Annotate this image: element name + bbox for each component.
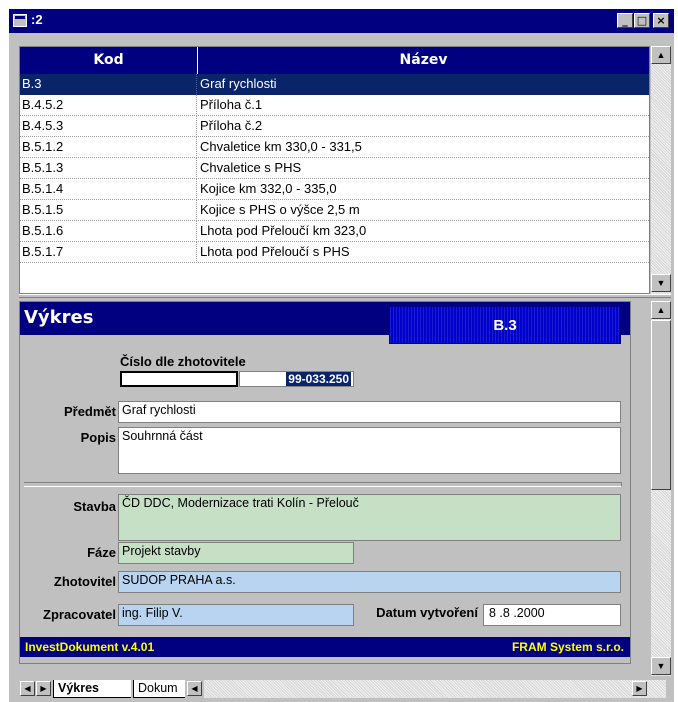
cell-kod: B.5.1.5 [22, 202, 64, 217]
popis-field[interactable]: Souhrnná část [118, 427, 621, 474]
faze-label: Fáze [87, 545, 116, 560]
pane-splitter[interactable] [19, 294, 671, 298]
drawing-list[interactable]: Kod Název B.3 Graf rychlosti B.4.5.2 Pří… [19, 46, 650, 294]
window-titlebar[interactable]: :2 _ □ × [9, 9, 674, 33]
datum-label: Datum vytvoření [376, 605, 478, 620]
popis-label: Popis [80, 430, 116, 445]
cell-separator [196, 158, 197, 179]
zpracovatel-label: Zpracovatel [43, 607, 116, 622]
cell-nazev: Kojice s PHS o výšce 2,5 m [200, 202, 360, 217]
cell-separator [196, 137, 197, 158]
cell-nazev: Příloha č.2 [200, 118, 263, 133]
hscroll-right-icon[interactable]: ▶ [632, 681, 647, 696]
cell-nazev: Lhota pod Přeloučí s PHS [200, 244, 350, 259]
cislo-prefix-field[interactable] [120, 371, 238, 387]
cell-kod: B.5.1.7 [22, 244, 64, 259]
predmet-field[interactable]: Graf rychlosti [118, 401, 621, 423]
close-button[interactable]: × [653, 13, 669, 28]
cislo-field-box[interactable]: 99-033.250 [239, 371, 354, 387]
cell-kod: B.3 [22, 76, 42, 91]
horizontal-scrollbar-track[interactable] [204, 680, 666, 698]
cell-nazev: Kojice km 332,0 - 335,0 [200, 181, 337, 196]
cell-separator [196, 200, 197, 221]
zhotovitel-field[interactable]: SUDOP PRAHA a.s. [118, 571, 621, 593]
table-row[interactable]: B.4.5.3 Příloha č.2 [20, 116, 649, 137]
scroll-down-arrow-icon[interactable]: ▼ [651, 657, 671, 675]
list-scrollbar[interactable]: ▲ ▼ [650, 46, 671, 294]
sheet-tab-bar: ◀ ▶ Výkres Dokum ◀ ▶ [19, 679, 666, 699]
stavba-label: Stavba [73, 499, 116, 514]
cell-nazev: Lhota pod Přeloučí km 323,0 [200, 223, 367, 238]
scroll-down-arrow-icon[interactable]: ▼ [651, 274, 671, 292]
cell-separator [196, 95, 197, 116]
list-header: Kod Název [20, 47, 649, 74]
cell-nazev: Chvaletice km 330,0 - 331,5 [200, 139, 362, 154]
maximize-button[interactable]: □ [634, 13, 650, 28]
column-header-kod[interactable]: Kod [20, 47, 197, 74]
cell-separator [196, 74, 197, 95]
drawing-form: Výkres B.3 Číslo dle zhotovitele 99-033.… [19, 301, 631, 664]
table-row[interactable]: B.5.1.5 Kojice s PHS o výšce 2,5 m [20, 200, 649, 221]
cislo-label: Číslo dle zhotovitele [120, 354, 246, 369]
hscroll-left-icon[interactable]: ◀ [187, 681, 202, 696]
column-header-nazev[interactable]: Název [198, 47, 649, 74]
minimize-button[interactable]: _ [617, 13, 633, 28]
scroll-thumb[interactable] [651, 320, 671, 490]
form-footer: InvestDokument v.4.01 FRAM System s.r.o. [20, 637, 630, 657]
tab-vykres[interactable]: Výkres [53, 680, 131, 698]
section-divider [24, 482, 622, 487]
cell-separator [196, 242, 197, 263]
stavba-field[interactable]: ČD DDC, Modernizace trati Kolín - Přelou… [118, 494, 621, 541]
cell-separator [196, 116, 197, 137]
cell-kod: B.5.1.3 [22, 160, 64, 175]
zhotovitel-label: Zhotovitel [53, 574, 116, 589]
table-row[interactable]: B.5.1.4 Kojice km 332,0 - 335,0 [20, 179, 649, 200]
zpracovatel-field[interactable]: ing. Filip V. [118, 604, 354, 626]
cell-nazev: Chvaletice s PHS [200, 160, 302, 175]
cell-kod: B.4.5.3 [22, 118, 64, 133]
tab-scroll-left-icon[interactable]: ◀ [20, 681, 35, 696]
table-row[interactable]: B.5.1.6 Lhota pod Přeloučí km 323,0 [20, 221, 649, 242]
cislo-value[interactable]: 99-033.250 [286, 372, 351, 386]
window-title: :2 [31, 12, 43, 27]
form-title: Výkres [24, 307, 94, 328]
cell-kod: B.5.1.6 [22, 223, 64, 238]
table-row[interactable]: B.5.1.2 Chvaletice km 330,0 - 331,5 [20, 137, 649, 158]
table-row[interactable]: B.5.1.3 Chvaletice s PHS [20, 158, 649, 179]
datum-field[interactable]: 8 .8 .2000 [483, 604, 621, 626]
tab-dokument[interactable]: Dokum [133, 680, 185, 698]
cell-separator [196, 179, 197, 200]
table-row[interactable]: B.5.1.7 Lhota pod Přeloučí s PHS [20, 242, 649, 263]
scroll-up-arrow-icon[interactable]: ▲ [651, 301, 671, 319]
table-row[interactable]: B.4.5.2 Příloha č.1 [20, 95, 649, 116]
table-row[interactable]: B.3 Graf rychlosti [20, 74, 649, 95]
form-scrollbar[interactable]: ▲ ▼ [650, 301, 671, 676]
cell-nazev: Graf rychlosti [200, 76, 277, 91]
predmet-label: Předmět [63, 404, 116, 419]
cell-kod: B.5.1.2 [22, 139, 64, 154]
cell-kod: B.4.5.2 [22, 97, 64, 112]
window-icon [13, 14, 27, 27]
drawing-code-badge: B.3 [389, 306, 621, 344]
cell-separator [196, 221, 197, 242]
scroll-up-arrow-icon[interactable]: ▲ [651, 46, 671, 64]
footer-app-name: InvestDokument v.4.01 [25, 640, 155, 654]
faze-field[interactable]: Projekt stavby [118, 542, 354, 564]
cell-kod: B.5.1.4 [22, 181, 64, 196]
tab-scroll-right-icon[interactable]: ▶ [36, 681, 51, 696]
footer-company: FRAM System s.r.o. [511, 640, 624, 654]
cell-nazev: Příloha č.1 [200, 97, 263, 112]
